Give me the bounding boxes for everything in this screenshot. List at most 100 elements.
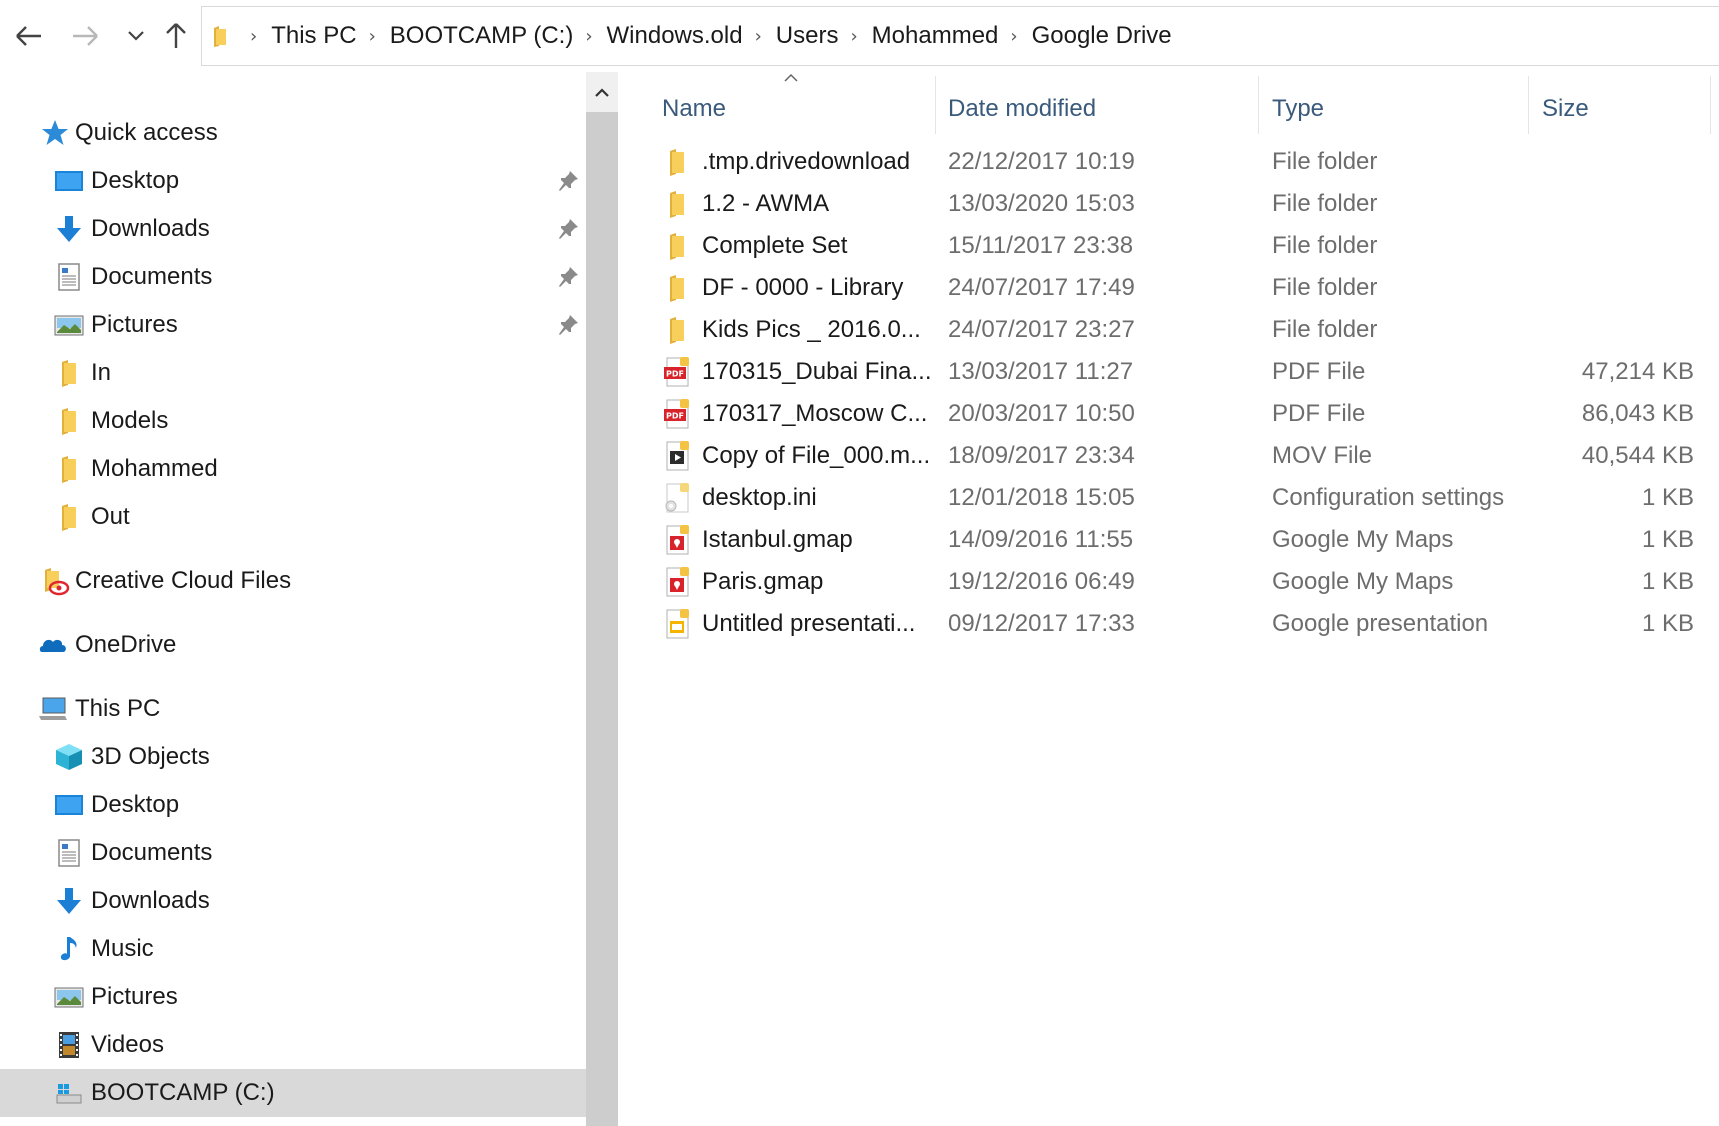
file-type: File folder <box>1272 148 1378 175</box>
nav-quick-desktop[interactable]: Desktop <box>0 157 586 205</box>
folder-icon <box>662 314 692 346</box>
computer-icon <box>38 694 68 724</box>
nav-this-pc[interactable]: This PC <box>0 685 586 733</box>
breadcrumb-windows-old[interactable]: Windows.old <box>607 22 743 50</box>
file-date: 14/09/2016 11:55 <box>948 526 1134 553</box>
column-header-date[interactable]: Date modified <box>948 86 1248 132</box>
nav-quick-models[interactable]: Models <box>0 397 586 445</box>
chevron-right-icon[interactable]: › <box>1010 26 1017 47</box>
nav-pc-bootcamp[interactable]: BOOTCAMP (C:) <box>0 1069 586 1117</box>
chevron-right-icon[interactable]: › <box>850 26 857 47</box>
folder-icon <box>54 502 84 532</box>
up-arrow-icon[interactable] <box>158 18 194 54</box>
desktop-icon <box>54 790 84 820</box>
file-row[interactable]: Untitled presentati... 09/12/2017 17:33 … <box>620 603 1719 645</box>
file-type: Configuration settings <box>1272 484 1505 511</box>
nav-pc-videos[interactable]: Videos <box>0 1021 586 1069</box>
file-row[interactable]: 1.2 - AWMA 13/03/2020 15:03 File folder <box>620 183 1719 225</box>
navigation-pane: Quick access Desktop Downloads Documents… <box>0 72 586 1126</box>
pdf-icon <box>662 398 692 430</box>
back-arrow-icon[interactable] <box>11 18 47 54</box>
folder-icon <box>214 26 226 47</box>
column-divider[interactable] <box>935 76 936 134</box>
nav-onedrive[interactable]: OneDrive <box>0 621 586 669</box>
chevron-right-icon[interactable]: › <box>250 26 257 47</box>
file-date: 09/12/2017 17:33 <box>948 610 1135 637</box>
nav-label: In <box>91 359 112 386</box>
file-type: MOV File <box>1272 442 1373 469</box>
star-icon <box>40 118 70 148</box>
file-type: Google presentation <box>1272 610 1489 637</box>
nav-label: Downloads <box>91 215 210 242</box>
file-date: 13/03/2017 11:27 <box>948 358 1134 385</box>
chevron-down-icon[interactable] <box>118 18 154 54</box>
nav-pc-documents[interactable]: Documents <box>0 829 586 877</box>
file-date: 20/03/2017 10:50 <box>948 400 1135 427</box>
documents-icon <box>54 838 84 868</box>
file-row[interactable]: 170317_Moscow C... 20/03/2017 10:50 PDF … <box>620 393 1719 435</box>
forward-arrow-icon[interactable] <box>67 18 103 54</box>
nav-quick-pictures[interactable]: Pictures <box>0 301 586 349</box>
nav-label: Downloads <box>91 887 210 914</box>
breadcrumb-bootcamp[interactable]: BOOTCAMP (C:) <box>390 22 574 50</box>
nav-quick-mohammed[interactable]: Mohammed <box>0 445 586 493</box>
scrollbar-thumb[interactable] <box>586 112 618 1126</box>
file-name: 1.2 - AWMA <box>702 190 830 217</box>
file-size: 40,544 KB <box>1581 442 1694 469</box>
column-header-size[interactable]: Size <box>1542 86 1692 132</box>
file-size: 1 KB <box>1641 484 1694 511</box>
scroll-up-arrow-icon[interactable] <box>586 72 618 112</box>
address-bar[interactable]: › This PC › BOOTCAMP (C:) › Windows.old … <box>201 6 1719 66</box>
nav-label: This PC <box>75 695 161 722</box>
file-row[interactable]: 170315_Dubai Fina... 13/03/2017 11:27 PD… <box>620 351 1719 393</box>
file-row[interactable]: Kids Pics _ 2016.0... 24/07/2017 23:27 F… <box>620 309 1719 351</box>
file-row[interactable]: DF - 0000 - Library 24/07/2017 17:49 Fil… <box>620 267 1719 309</box>
documents-icon <box>54 262 84 292</box>
breadcrumb-google-drive[interactable]: Google Drive <box>1032 22 1172 50</box>
nav-label: 3D Objects <box>91 743 210 770</box>
chevron-right-icon[interactable]: › <box>585 26 592 47</box>
file-name: .tmp.drivedownload <box>702 148 911 175</box>
file-name: 170315_Dubai Fina... <box>702 358 932 385</box>
file-date: 22/12/2017 10:19 <box>948 148 1135 175</box>
pin-icon <box>556 169 580 193</box>
nav-pc-music[interactable]: Music <box>0 925 586 973</box>
column-divider[interactable] <box>1710 76 1711 134</box>
nav-pc-downloads[interactable]: Downloads <box>0 877 586 925</box>
column-header-type[interactable]: Type <box>1272 86 1512 132</box>
nav-quick-access[interactable]: Quick access <box>0 109 586 157</box>
nav-quick-documents[interactable]: Documents <box>0 253 586 301</box>
file-name: Copy of File_000.m... <box>702 442 931 469</box>
nav-pc-desktop[interactable]: Desktop <box>0 781 586 829</box>
chevron-right-icon[interactable]: › <box>369 26 376 47</box>
chevron-right-icon[interactable]: › <box>755 26 762 47</box>
navigation-scrollbar[interactable] <box>586 72 618 1126</box>
nav-pc-3d-objects[interactable]: 3D Objects <box>0 733 586 781</box>
nav-label: BOOTCAMP (C:) <box>91 1079 275 1106</box>
file-row[interactable]: Complete Set 15/11/2017 23:38 File folde… <box>620 225 1719 267</box>
nav-quick-in[interactable]: In <box>0 349 586 397</box>
breadcrumb-users[interactable]: Users <box>776 22 839 50</box>
file-name: Complete Set <box>702 232 848 259</box>
nav-quick-out[interactable]: Out <box>0 493 586 541</box>
file-type: PDF File <box>1272 358 1366 385</box>
column-divider[interactable] <box>1258 76 1259 134</box>
column-divider[interactable] <box>1528 76 1529 134</box>
file-row[interactable]: Copy of File_000.m... 18/09/2017 23:34 M… <box>620 435 1719 477</box>
file-row[interactable]: Paris.gmap 19/12/2016 06:49 Google My Ma… <box>620 561 1719 603</box>
nav-label: Creative Cloud Files <box>75 567 292 594</box>
column-header-name[interactable]: Name <box>662 86 902 132</box>
file-type: Google My Maps <box>1272 526 1454 553</box>
nav-quick-downloads[interactable]: Downloads <box>0 205 586 253</box>
nav-label: Out <box>91 503 130 530</box>
pin-icon <box>556 265 580 289</box>
breadcrumb-this-pc[interactable]: This PC <box>271 22 356 50</box>
file-row[interactable]: Istanbul.gmap 14/09/2016 11:55 Google My… <box>620 519 1719 561</box>
file-row[interactable]: desktop.ini 12/01/2018 15:05 Configurati… <box>620 477 1719 519</box>
file-name: Untitled presentati... <box>702 610 916 637</box>
file-row[interactable]: .tmp.drivedownload 22/12/2017 10:19 File… <box>620 141 1719 183</box>
nav-label: Desktop <box>91 791 180 818</box>
nav-pc-pictures[interactable]: Pictures <box>0 973 586 1021</box>
breadcrumb-mohammed[interactable]: Mohammed <box>872 22 999 50</box>
nav-creative-cloud[interactable]: Creative Cloud Files <box>0 557 586 605</box>
